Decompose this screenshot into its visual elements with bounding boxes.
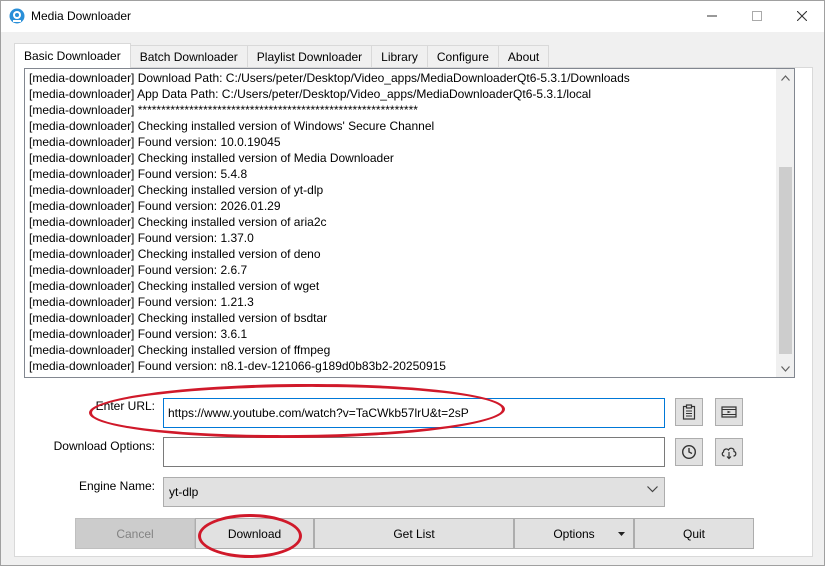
- dropdown-arrow-icon: [618, 532, 625, 536]
- url-label: Enter URL:: [95, 399, 155, 413]
- log-line: [media-downloader] Checking installed ve…: [29, 215, 327, 229]
- log-line: [media-downloader] Checking installed ve…: [29, 343, 331, 357]
- clipboard-icon: [682, 404, 696, 420]
- cloud-download-button[interactable]: [715, 438, 743, 466]
- tab-playlist-downloader[interactable]: Playlist Downloader: [246, 45, 373, 67]
- scroll-thumb[interactable]: [779, 167, 792, 354]
- maximize-icon: [752, 11, 762, 21]
- tab-configure[interactable]: Configure: [426, 45, 499, 67]
- main-tabs: Basic Downloader Batch Downloader Playli…: [14, 43, 550, 68]
- close-icon: [797, 11, 807, 21]
- paste-url-button[interactable]: [675, 398, 703, 426]
- engine-label: Engine Name:: [78, 479, 155, 493]
- tab-library[interactable]: Library: [371, 45, 428, 67]
- log-line: [media-downloader] Found version: 2.6.7: [29, 263, 248, 277]
- log-scrollbar[interactable]: [776, 69, 794, 377]
- scroll-up-arrow[interactable]: [777, 69, 794, 86]
- log-line: [media-downloader] Found version: 1.21.3: [29, 295, 254, 309]
- log-lines: [media-downloader] Download Path: C:/Use…: [29, 70, 774, 374]
- media-info-button[interactable]: [715, 398, 743, 426]
- tab-batch-downloader[interactable]: Batch Downloader: [129, 45, 248, 67]
- options-button[interactable]: Options: [514, 518, 634, 549]
- tab-about[interactable]: About: [497, 45, 550, 67]
- clock-icon: [681, 444, 697, 460]
- log-line: [media-downloader] Found version: 10.0.1…: [29, 135, 281, 149]
- log-line: [media-downloader] Checking installed ve…: [29, 119, 435, 133]
- log-line: [media-downloader] App Data Path: C:/Use…: [29, 87, 592, 101]
- download-options-input[interactable]: [163, 437, 665, 467]
- film-icon: [721, 406, 737, 418]
- chevron-down-icon: [781, 365, 790, 372]
- cancel-button[interactable]: Cancel: [75, 518, 195, 549]
- chevron-up-icon: [781, 74, 790, 81]
- download-button[interactable]: Download: [195, 518, 314, 549]
- maximize-button[interactable]: [734, 1, 780, 31]
- title-bar: Media Downloader: [1, 1, 824, 32]
- log-line: [media-downloader] Found version: 2026.0…: [29, 199, 281, 213]
- log-line: [media-downloader] Found version: 5.4.8: [29, 167, 248, 181]
- history-button[interactable]: [675, 438, 703, 466]
- log-line: [media-downloader] Found version: 1.37.0: [29, 231, 254, 245]
- app-logo-icon: [9, 8, 25, 24]
- log-line: [media-downloader] *********************…: [29, 103, 418, 117]
- engine-select[interactable]: yt-dlp: [163, 477, 665, 507]
- log-line: [media-downloader] Checking installed ve…: [29, 183, 324, 197]
- get-list-button[interactable]: Get List: [314, 518, 514, 549]
- media-downloader-window: Media Downloader Basic Downloader Batch …: [0, 0, 825, 566]
- options-label: Download Options:: [53, 439, 155, 453]
- log-line: [media-downloader] Checking installed ve…: [29, 279, 320, 293]
- log-line: [media-downloader] Download Path: C:/Use…: [29, 71, 630, 85]
- window-title: Media Downloader: [31, 9, 132, 23]
- scroll-down-arrow[interactable]: [777, 360, 794, 377]
- cloud-download-icon: [721, 447, 737, 460]
- tab-basic-downloader[interactable]: Basic Downloader: [14, 43, 131, 68]
- log-line: [media-downloader] Found version: n8.1-d…: [29, 359, 446, 373]
- engine-select-value: yt-dlp: [169, 485, 199, 499]
- url-input-value: https://www.youtube.com/watch?v=TaCWkb57…: [168, 406, 469, 420]
- close-button[interactable]: [779, 1, 825, 31]
- log-line: [media-downloader] Found version: 3.6.1: [29, 327, 248, 341]
- log-line: [media-downloader] Checking installed ve…: [29, 247, 321, 261]
- url-input[interactable]: https://www.youtube.com/watch?v=TaCWkb57…: [163, 398, 665, 428]
- log-output[interactable]: [media-downloader] Download Path: C:/Use…: [24, 68, 795, 378]
- log-line: [media-downloader] Checking installed ve…: [29, 151, 394, 165]
- options-button-label: Options: [553, 526, 595, 541]
- chevron-down-icon: [647, 486, 658, 493]
- minimize-icon: [707, 15, 717, 17]
- log-line: [media-downloader] Checking installed ve…: [29, 311, 328, 325]
- quit-button[interactable]: Quit: [634, 518, 754, 549]
- minimize-button[interactable]: [689, 1, 735, 31]
